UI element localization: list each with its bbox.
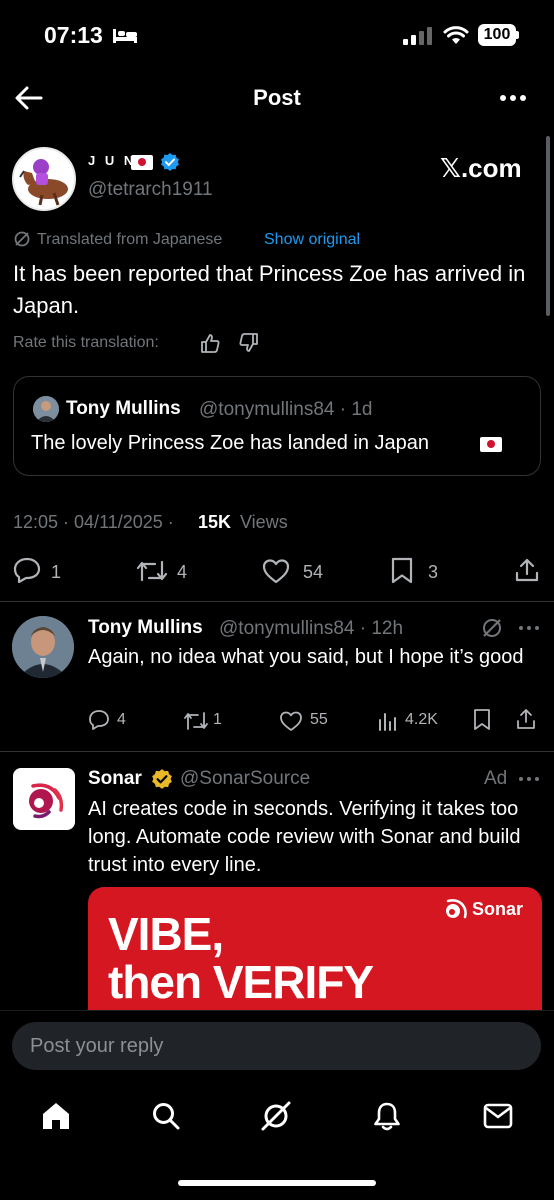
reply-author-name[interactable]: Tony Mullins [88,617,203,639]
messages-icon[interactable] [482,1101,514,1131]
verified-badge-icon [160,152,180,172]
reply-text: Again, no idea what you said, but I hope… [88,646,524,668]
repost-icon[interactable] [182,710,210,732]
reply-author-avatar[interactable] [12,616,74,678]
banner-headline-line2: then VERIFY [108,956,374,1008]
divider [0,601,554,602]
sonar-mark-icon [440,895,470,925]
quote-author-avatar [33,396,59,422]
post-text: It has been reported that Princess Zoe h… [13,261,526,318]
home-icon[interactable] [40,1100,72,1132]
more-options-icon[interactable] [518,775,540,783]
notifications-bell-icon[interactable] [371,1100,403,1132]
source-brand: 𝕏.com [440,153,522,183]
japan-flag-icon [480,437,503,453]
reply-input[interactable] [12,1022,541,1070]
show-original-link[interactable]: Show original [264,231,360,249]
banner-headline-line1: VIBE, [108,908,224,960]
views-label: Views [240,512,288,532]
repost-count: 1 [213,711,222,728]
grok-icon[interactable] [259,1099,293,1133]
views-icon[interactable] [377,710,399,732]
battery-indicator: 100 [478,24,516,46]
wifi-icon [443,25,469,45]
bookmark-icon[interactable] [472,708,492,732]
views-count: 15K [198,512,232,532]
ad-author-handle[interactable]: @SonarSource [180,768,310,790]
quote-author-handle: @tonymullins84 · 1d [199,399,373,420]
scrollbar[interactable] [546,136,550,316]
repost-count: 4 [177,562,188,582]
reply-count: 4 [117,711,126,728]
banner-brand: Sonar [472,899,524,919]
like-count: 54 [303,562,324,582]
japan-flag-icon [131,155,153,171]
battery-nub [516,31,519,39]
bookmark-count: 3 [428,562,439,582]
status-time: 07:13 [44,22,103,48]
views-count: 4.2K [405,711,438,728]
reply-icon[interactable] [88,709,110,731]
like-count: 55 [310,711,328,728]
author-handle[interactable]: @tetrarch1911 [88,179,213,201]
share-icon[interactable] [515,708,537,730]
translate-icon [13,230,31,248]
author-name[interactable]: J U N [88,153,136,168]
reply-count: 1 [51,562,62,582]
ad-author-name[interactable]: Sonar [88,768,142,790]
thumbs-down-icon[interactable] [238,332,260,354]
ad-banner-image[interactable]: Sonar VIBE, then VERIFY [88,887,542,1012]
reply-icon[interactable] [13,557,41,583]
post-timestamp: 12:05 · 04/11/2025 · [13,512,174,532]
reply-author-handle[interactable]: @tonymullins84 · 12h [219,618,403,640]
repost-icon[interactable] [135,558,169,584]
share-icon[interactable] [514,557,540,583]
home-indicator[interactable] [178,1180,376,1186]
translate-icon[interactable] [481,617,503,639]
rate-translation-label: Rate this translation: [13,334,159,351]
verified-gold-badge-icon [151,768,173,790]
ad-label: Ad [484,768,508,789]
quote-author-name: Tony Mullins [66,398,181,419]
like-icon[interactable] [262,558,290,584]
cellular-signal-icon [403,27,433,45]
quoted-post-card[interactable] [13,376,541,476]
page-title: Post [253,85,301,110]
more-options-icon[interactable] [498,88,528,108]
search-icon[interactable] [150,1100,182,1132]
bookmark-icon[interactable] [390,557,414,585]
sleep-focus-icon [112,27,138,45]
more-options-icon[interactable] [518,624,540,632]
quote-text: The lovely Princess Zoe has landed in Ja… [31,432,430,454]
author-avatar[interactable] [12,147,76,211]
thumbs-up-icon[interactable] [199,332,221,354]
like-icon[interactable] [279,710,303,732]
sonar-logo-avatar[interactable] [13,768,75,830]
translated-label: Translated from Japanese [37,231,223,248]
ad-text: AI creates code in seconds. Verifying it… [88,798,521,876]
divider [0,751,554,752]
